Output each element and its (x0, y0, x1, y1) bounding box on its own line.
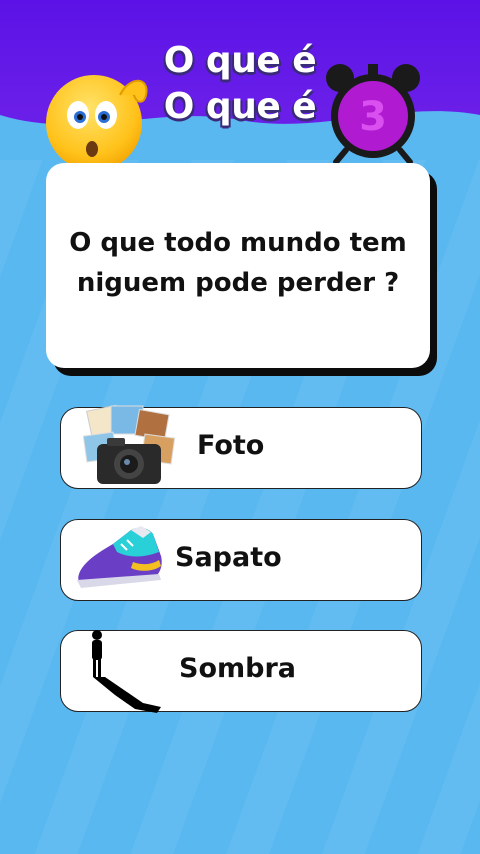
question-card: O que todo mundo tem niguem pode perder … (46, 163, 430, 368)
shadow-silhouette-icon (92, 630, 161, 713)
title-line-1: O que é (163, 40, 317, 81)
page-title: O que é O que é (150, 38, 330, 130)
answer-label: Sapato (175, 542, 282, 573)
question-text: O que todo mundo tem niguem pode perder … (69, 227, 407, 298)
answer-option-foto[interactable]: Foto (60, 404, 422, 489)
sneaker-icon (77, 526, 162, 588)
answer-option-sombra[interactable]: Sombra (60, 630, 422, 713)
timer-value: 3 (359, 94, 387, 140)
timer-clock-icon: 3 (326, 64, 420, 165)
confused-emoji-icon (46, 75, 148, 171)
title-line-2: O que é (163, 86, 317, 127)
answer-label: Foto (197, 430, 265, 461)
answer-label: Sombra (179, 653, 296, 684)
camera-photos-icon (82, 404, 176, 484)
answer-option-sapato[interactable]: Sapato (60, 519, 422, 601)
